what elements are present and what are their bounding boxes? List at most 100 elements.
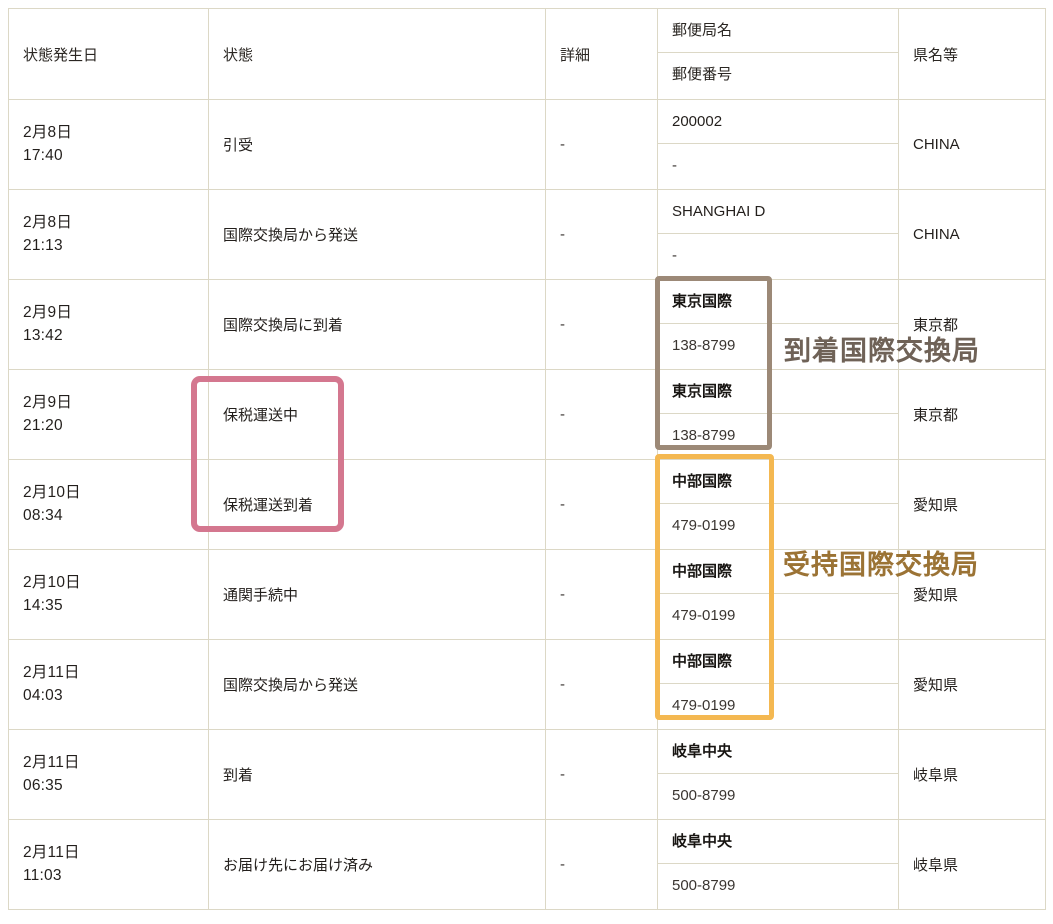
table-row: 2月10日 08:34 保税運送到着 - 中部国際 479-0199 愛知県 <box>8 459 1046 550</box>
cell-detail: - <box>545 369 658 460</box>
cell-status: 保税運送中 <box>208 369 546 460</box>
header-detail: 詳細 <box>545 8 658 100</box>
cell-office: 中部国際 479-0199 <box>657 639 899 730</box>
table-row: 2月11日 04:03 国際交換局から発送 - 中部国際 479-0199 愛知県 <box>8 639 1046 730</box>
cell-prefecture: 愛知県 <box>898 549 1046 640</box>
cell-date: 2月9日 13:42 <box>8 279 209 370</box>
table-row: 2月9日 13:42 国際交換局に到着 - 東京国際 138-8799 東京都 <box>8 279 1046 370</box>
cell-office: 東京国際 138-8799 <box>657 279 899 370</box>
event-time: 06:35 <box>23 776 63 794</box>
header-date: 状態発生日 <box>8 8 209 100</box>
cell-status: 国際交換局から発送 <box>208 189 546 280</box>
office-postal-code: 138-8799 <box>672 337 736 354</box>
event-date: 2月11日 <box>23 754 80 772</box>
cell-status: 保税運送到着 <box>208 459 546 550</box>
cell-office: 岐阜中央 500-8799 <box>657 729 899 820</box>
event-date: 2月9日 <box>23 394 73 412</box>
office-name: 200002 <box>658 100 898 144</box>
cell-office: 200002 - <box>657 99 899 190</box>
event-time: 04:03 <box>23 686 63 704</box>
cell-date: 2月8日 21:13 <box>8 189 209 280</box>
cell-prefecture: 愛知県 <box>898 639 1046 730</box>
header-row: 状態発生日 状態 詳細 郵便局名 郵便番号 県名等 <box>8 8 1046 100</box>
cell-status: お届け先にお届け済み <box>208 819 546 910</box>
cell-date: 2月9日 21:20 <box>8 369 209 460</box>
office-name: 岐阜中央 <box>658 820 898 864</box>
table-row: 2月10日 14:35 通関手続中 - 中部国際 479-0199 愛知県 <box>8 549 1046 640</box>
cell-prefecture: 東京都 <box>898 279 1046 370</box>
event-date: 2月11日 <box>23 844 80 862</box>
office-name: 東京国際 <box>658 280 898 324</box>
cell-detail: - <box>545 639 658 730</box>
event-time: 14:35 <box>23 596 63 614</box>
header-prefecture: 県名等 <box>898 8 1046 100</box>
event-time: 21:13 <box>23 236 63 254</box>
cell-detail: - <box>545 279 658 370</box>
table-row: 2月8日 21:13 国際交換局から発送 - SHANGHAI D - CHINA <box>8 189 1046 280</box>
cell-status: 引受 <box>208 99 546 190</box>
event-date: 2月10日 <box>23 484 81 502</box>
cell-prefecture: CHINA <box>898 189 1046 280</box>
cell-date: 2月10日 14:35 <box>8 549 209 640</box>
office-name: SHANGHAI D <box>658 190 898 234</box>
event-date: 2月8日 <box>23 214 73 232</box>
header-office: 郵便局名 郵便番号 <box>657 8 899 100</box>
office-postal-code: - <box>672 247 677 264</box>
cell-status: 国際交換局から発送 <box>208 639 546 730</box>
event-date: 2月8日 <box>23 124 73 142</box>
cell-detail: - <box>545 819 658 910</box>
header-office-code: 郵便番号 <box>672 66 733 83</box>
cell-detail: - <box>545 729 658 820</box>
office-name: 中部国際 <box>658 460 898 504</box>
cell-detail: - <box>545 459 658 550</box>
cell-date: 2月10日 08:34 <box>8 459 209 550</box>
cell-prefecture: 愛知県 <box>898 459 1046 550</box>
table-row: 2月8日 17:40 引受 -200002- CHINA <box>8 99 1046 190</box>
tracking-page: 状態発生日 状態 詳細 郵便局名 郵便番号 県名等 2月8日 17:40 引受 -20… <box>0 0 1053 924</box>
office-postal-code: 500-8799 <box>672 877 736 894</box>
event-time: 08:34 <box>23 506 63 524</box>
table-row: 2月11日 11:03 お届け先にお届け済み - 岐阜中央 500-8799 岐阜県 <box>8 819 1046 910</box>
office-postal-code: - <box>672 157 677 174</box>
office-postal-code: 500-8799 <box>672 787 736 804</box>
office-postal-code: 479-0199 <box>672 517 736 534</box>
table-header: 状態発生日 状態 詳細 郵便局名 郵便番号 県名等 <box>8 8 1046 100</box>
office-postal-code: 138-8799 <box>672 427 736 444</box>
event-time: 13:42 <box>23 326 63 344</box>
office-name: 中部国際 <box>658 550 898 594</box>
office-name: 中部国際 <box>658 640 898 684</box>
cell-date: 2月11日 04:03 <box>8 639 209 730</box>
cell-detail: - <box>545 549 658 640</box>
event-time: 17:40 <box>23 146 63 164</box>
cell-office: 岐阜中央 500-8799 <box>657 819 899 910</box>
office-postal-code: 479-0199 <box>672 697 736 714</box>
cell-date: 2月11日 11:03 <box>8 819 209 910</box>
cell-date: 2月8日 17:40 <box>8 99 209 190</box>
cell-status: 通関手続中 <box>208 549 546 640</box>
office-name: 岐阜中央 <box>658 730 898 774</box>
cell-detail: - <box>545 189 658 280</box>
event-time: 21:20 <box>23 416 63 434</box>
event-date: 2月11日 <box>23 664 80 682</box>
cell-prefecture: 岐阜県 <box>898 819 1046 910</box>
cell-office: 中部国際 479-0199 <box>657 459 899 550</box>
tracking-history-table: 状態発生日 状態 詳細 郵便局名 郵便番号 県名等 2月8日 17:40 引受 -20… <box>8 8 1046 910</box>
cell-office: 中部国際 479-0199 <box>657 549 899 640</box>
cell-prefecture: 東京都 <box>898 369 1046 460</box>
cell-prefecture: CHINA <box>898 99 1046 190</box>
cell-office: 東京国際 138-8799 <box>657 369 899 460</box>
cell-office: SHANGHAI D - <box>657 189 899 280</box>
office-name: 東京国際 <box>658 370 898 414</box>
cell-date: 2月11日 06:35 <box>8 729 209 820</box>
event-date: 2月9日 <box>23 304 73 322</box>
cell-status: 国際交換局に到着 <box>208 279 546 370</box>
header-office-name: 郵便局名 <box>658 9 898 53</box>
table-body: 2月8日 17:40 引受 -200002- CHINA 2月8日 21:13 国際交換局から… <box>8 99 1046 910</box>
event-time: 11:03 <box>23 866 62 884</box>
cell-status: 到着 <box>208 729 546 820</box>
event-date: 2月10日 <box>23 574 81 592</box>
cell-prefecture: 岐阜県 <box>898 729 1046 820</box>
cell-detail: - <box>545 99 658 190</box>
office-postal-code: 479-0199 <box>672 607 736 624</box>
header-status: 状態 <box>208 8 546 100</box>
